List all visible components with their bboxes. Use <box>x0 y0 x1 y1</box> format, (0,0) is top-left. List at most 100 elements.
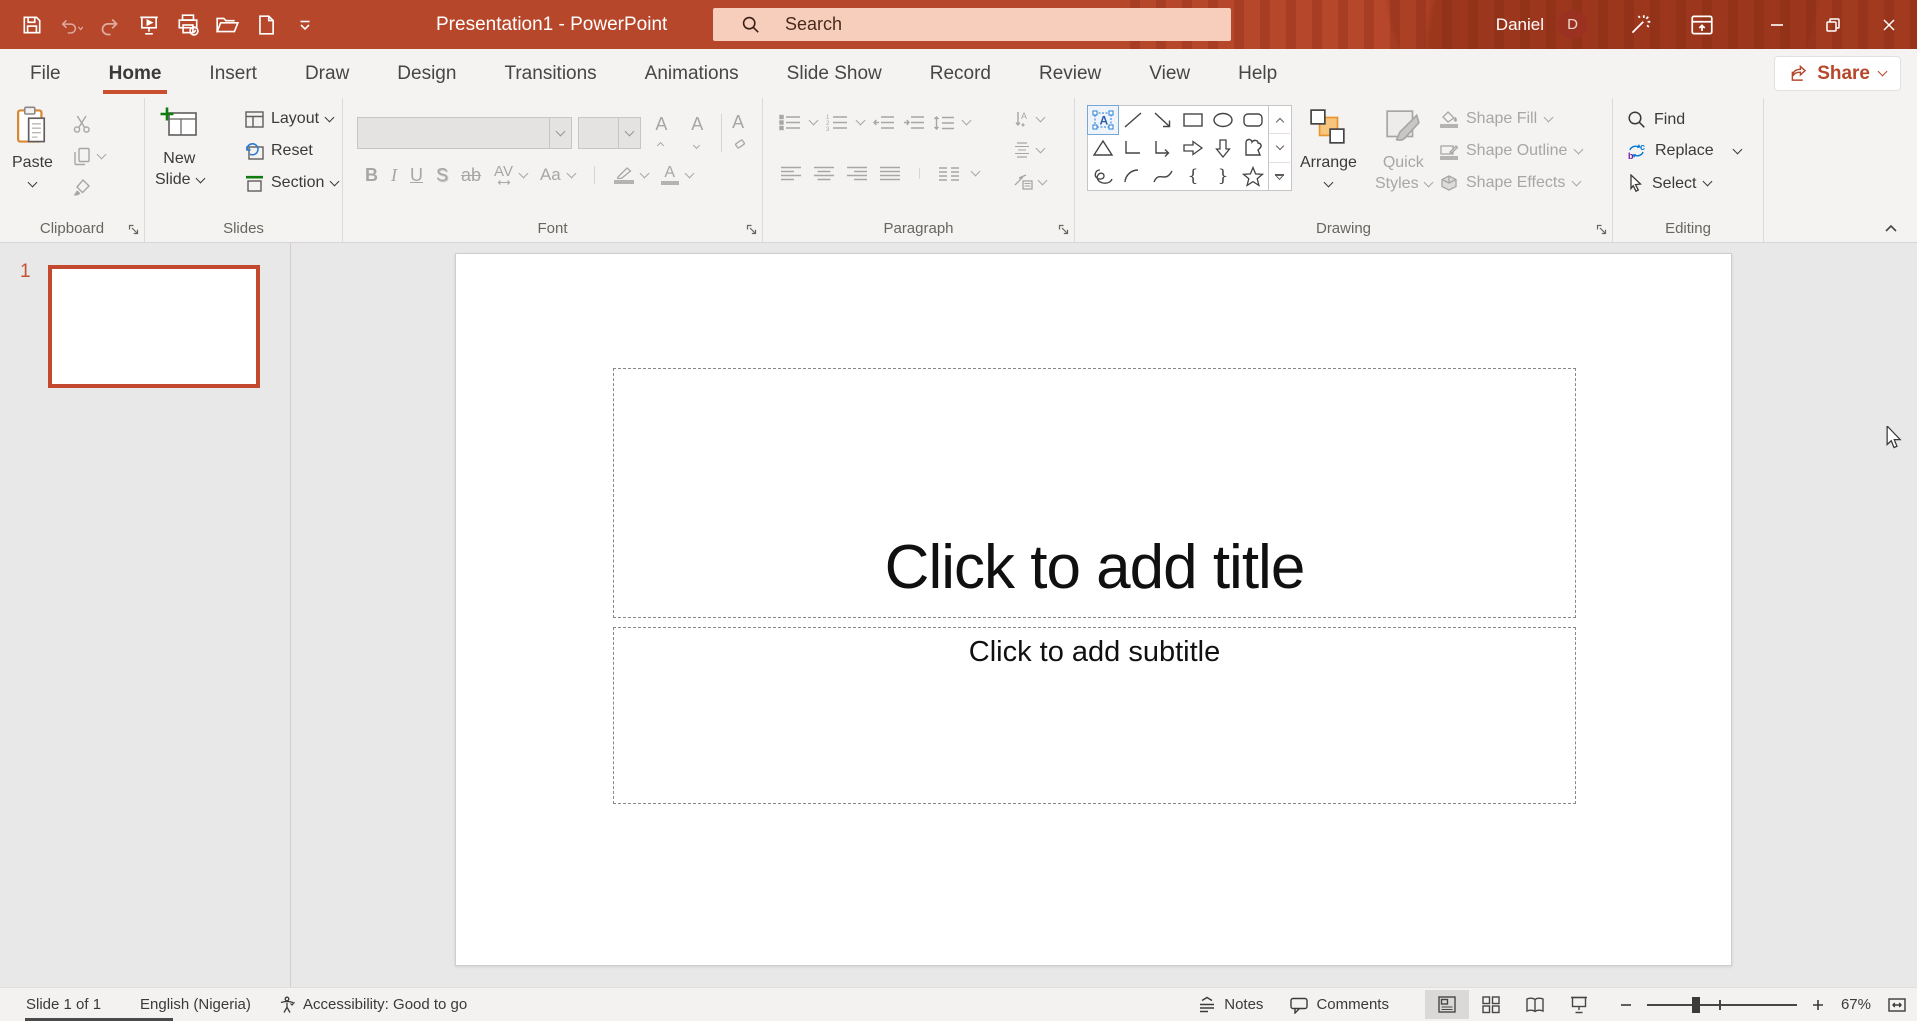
replace-button[interactable]: bc Replace <box>1627 142 1741 160</box>
select-button[interactable]: Select <box>1627 174 1711 193</box>
accessibility-status[interactable]: Accessibility: Good to go <box>278 988 467 1021</box>
shape-scribble-cell[interactable] <box>1088 162 1118 190</box>
new-file-icon[interactable] <box>254 13 278 37</box>
bold-button[interactable]: B <box>365 165 378 186</box>
save-icon[interactable] <box>20 13 44 37</box>
shape-elbow-arrow-connector-cell[interactable] <box>1148 134 1178 162</box>
format-painter-button[interactable] <box>72 178 92 198</box>
tab-file[interactable]: File <box>6 49 85 98</box>
shape-right-arrow-cell[interactable] <box>1178 134 1208 162</box>
tab-transitions[interactable]: Transitions <box>480 49 620 98</box>
shape-effects-button[interactable]: Shape Effects <box>1440 174 1580 192</box>
layout-button[interactable]: Layout <box>245 110 333 128</box>
slide-indicator[interactable]: Slide 1 of 1 <box>26 988 101 1021</box>
minimize-button[interactable] <box>1749 0 1805 49</box>
collapse-ribbon-button[interactable] <box>1883 222 1899 234</box>
reading-view-button[interactable] <box>1513 990 1557 1019</box>
tab-help[interactable]: Help <box>1214 49 1301 98</box>
highlight-color-button[interactable] <box>614 166 634 184</box>
comments-button[interactable]: Comments <box>1289 988 1389 1021</box>
new-slide-button[interactable]: New Slide <box>155 106 204 191</box>
columns-button[interactable] <box>939 166 959 181</box>
shape-arc-cell[interactable] <box>1118 162 1148 190</box>
shape-triangle-cell[interactable] <box>1088 134 1118 162</box>
align-left-button[interactable] <box>781 166 801 181</box>
arrange-button[interactable]: Arrange <box>1300 108 1357 186</box>
user-name[interactable]: Daniel <box>1496 15 1544 35</box>
normal-view-button[interactable] <box>1425 990 1469 1019</box>
cut-button[interactable] <box>72 114 92 134</box>
align-right-button[interactable] <box>847 166 867 181</box>
section-button[interactable]: Section <box>245 174 338 192</box>
shape-rectangle-cell[interactable] <box>1178 106 1208 134</box>
increase-indent-button[interactable] <box>903 115 924 130</box>
align-center-button[interactable] <box>814 166 834 181</box>
gallery-more-button[interactable] <box>1269 163 1290 190</box>
tab-draw[interactable]: Draw <box>281 49 373 98</box>
shape-star-cell[interactable] <box>1238 162 1268 190</box>
search-box[interactable] <box>713 8 1231 41</box>
subtitle-placeholder[interactable]: Click to add subtitle <box>613 627 1576 804</box>
convert-to-smartart-button[interactable] <box>1013 174 1046 190</box>
print-preview-icon[interactable] <box>176 13 200 37</box>
quick-styles-button[interactable]: Quick Styles <box>1375 108 1432 195</box>
slide-show-view-button[interactable] <box>1557 990 1601 1019</box>
font-color-button[interactable]: A <box>661 165 679 185</box>
redo-icon[interactable] <box>98 13 122 37</box>
shape-right-brace-cell[interactable]: } <box>1208 162 1238 190</box>
font-dialog-launcher-icon[interactable] <box>746 224 757 235</box>
shape-down-arrow-cell[interactable] <box>1208 134 1238 162</box>
gallery-scroll-up-button[interactable] <box>1269 106 1290 134</box>
shape-fill-button[interactable]: Shape Fill <box>1440 110 1552 128</box>
decrease-indent-button[interactable] <box>873 115 894 130</box>
gallery-scroll-down-button[interactable] <box>1269 134 1290 162</box>
shape-rounded-rectangle-cell[interactable] <box>1238 106 1268 134</box>
shape-elbow-connector-cell[interactable] <box>1118 134 1148 162</box>
shape-text-box-cell[interactable]: A <box>1088 106 1118 134</box>
shape-freeform-cell[interactable] <box>1238 134 1268 162</box>
zoom-slider-thumb[interactable] <box>1692 997 1700 1013</box>
tab-design[interactable]: Design <box>373 49 480 98</box>
tab-slide-show[interactable]: Slide Show <box>763 49 906 98</box>
bullets-button[interactable] <box>779 114 801 131</box>
paste-button[interactable]: Paste <box>12 106 53 186</box>
text-direction-button[interactable]: A <box>1013 110 1044 128</box>
text-shadow-button[interactable]: S <box>436 165 448 186</box>
slide-thumbnail[interactable] <box>48 265 260 388</box>
slide-sorter-view-button[interactable] <box>1469 990 1513 1019</box>
shape-arrow-cell[interactable] <box>1148 106 1178 134</box>
coming-soon-wand-icon[interactable] <box>1625 10 1655 40</box>
tab-home[interactable]: Home <box>85 49 186 98</box>
drawing-dialog-launcher-icon[interactable] <box>1596 224 1607 235</box>
restore-button[interactable] <box>1805 0 1861 49</box>
shape-line-cell[interactable] <box>1118 106 1148 134</box>
line-spacing-button[interactable] <box>933 115 954 131</box>
character-spacing-button[interactable]: AV <box>494 164 513 186</box>
italic-button[interactable]: I <box>391 165 397 186</box>
justify-button[interactable] <box>880 166 900 181</box>
font-size-combobox[interactable] <box>578 117 642 149</box>
align-text-button[interactable] <box>1013 142 1044 158</box>
tab-insert[interactable]: Insert <box>185 49 281 98</box>
shape-curve-cell[interactable] <box>1148 162 1178 190</box>
undo-icon[interactable] <box>59 13 83 37</box>
tab-view[interactable]: View <box>1125 49 1214 98</box>
fit-slide-to-window-button[interactable] <box>1885 996 1909 1014</box>
reset-button[interactable]: Reset <box>245 142 313 160</box>
tab-review[interactable]: Review <box>1015 49 1125 98</box>
search-input[interactable] <box>785 14 1165 35</box>
title-placeholder[interactable]: Click to add title <box>613 368 1576 618</box>
notes-button[interactable]: Notes <box>1197 988 1263 1021</box>
ribbon-display-options-icon[interactable] <box>1687 10 1717 40</box>
clear-formatting-button[interactable]: A <box>732 112 762 154</box>
tab-animations[interactable]: Animations <box>621 49 763 98</box>
tab-record[interactable]: Record <box>906 49 1015 98</box>
paragraph-dialog-launcher-icon[interactable] <box>1058 224 1069 235</box>
change-case-button[interactable]: Aa <box>540 165 561 185</box>
avatar[interactable]: D <box>1558 10 1587 39</box>
language-status[interactable]: English (Nigeria) <box>140 988 251 1021</box>
underline-button[interactable]: U <box>410 165 423 186</box>
shape-oval-cell[interactable] <box>1208 106 1238 134</box>
slide-canvas[interactable]: Click to add title Click to add subtitle <box>455 253 1732 966</box>
zoom-in-button[interactable] <box>1807 998 1829 1012</box>
